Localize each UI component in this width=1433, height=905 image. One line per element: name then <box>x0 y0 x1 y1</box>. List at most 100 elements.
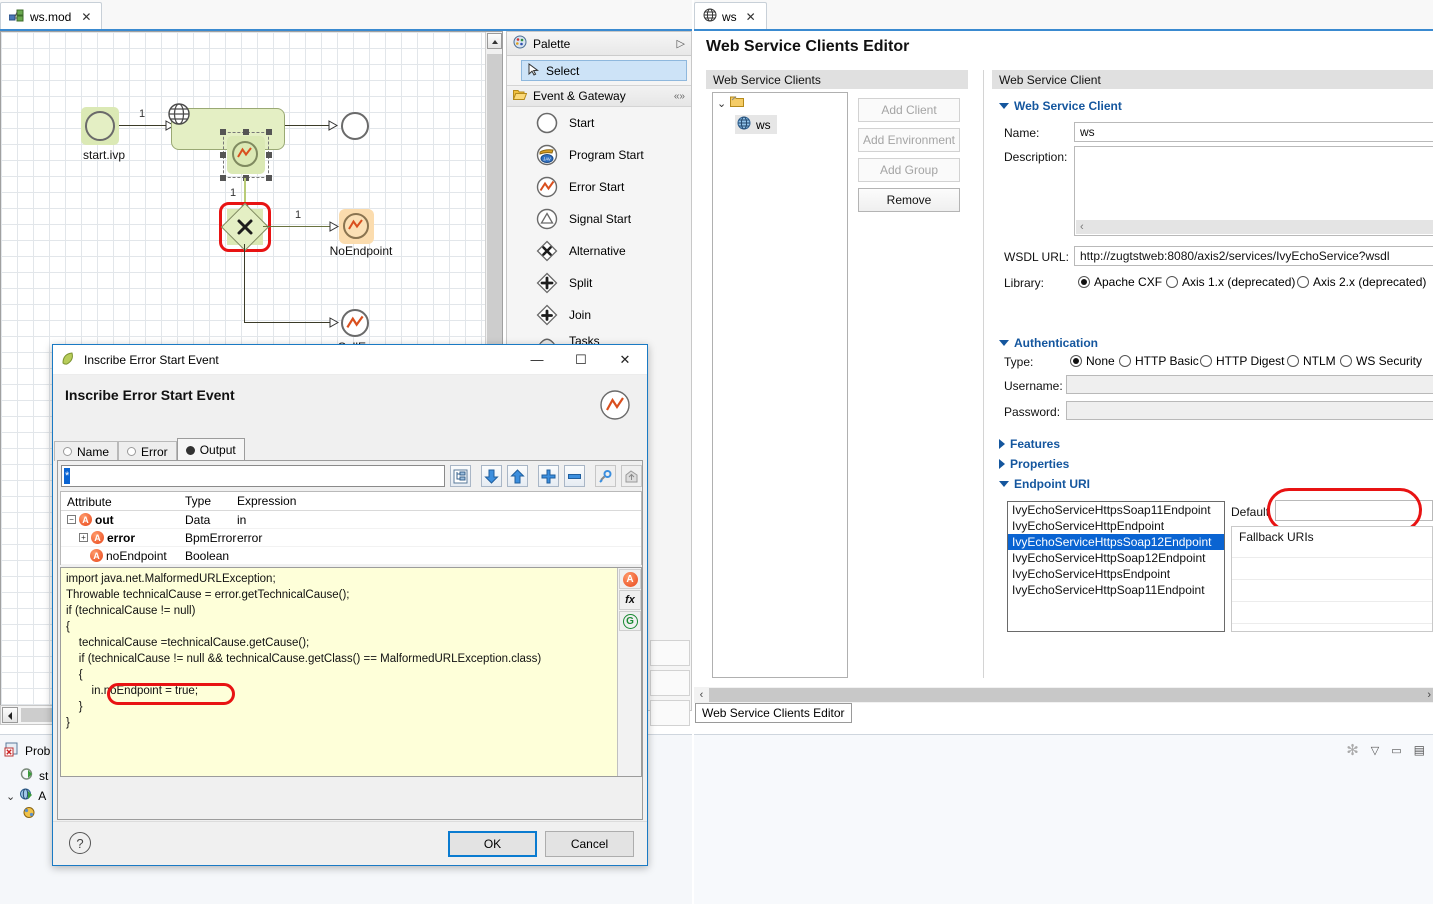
tree-view-icon[interactable] <box>449 465 471 487</box>
ok-button[interactable]: OK <box>448 831 537 857</box>
expander-icon[interactable]: ⌄ <box>6 790 15 803</box>
list-item[interactable]: IvyEchoServiceHttpsEndpoint <box>1008 566 1224 582</box>
link-icon[interactable] <box>594 465 616 487</box>
callerror-node[interactable] <box>341 309 369 337</box>
clients-tree[interactable]: ⌄ ws <box>712 92 848 678</box>
list-item[interactable]: IvyEchoServiceHttpsSoap11Endpoint <box>1008 502 1224 518</box>
expander-icon[interactable]: ⌄ <box>717 97 726 110</box>
palette-item-signal-start[interactable]: Signal Start <box>507 203 691 235</box>
close-button[interactable]: ✕ <box>603 345 647 375</box>
list-item[interactable]: IvyEchoServiceHttpSoap11Endpoint <box>1008 582 1224 598</box>
maximize-button[interactable]: ☐ <box>559 345 603 375</box>
selection-handle[interactable] <box>243 129 249 135</box>
remove-button[interactable]: Remove <box>858 188 960 212</box>
problems-view-header[interactable]: Prob <box>4 741 50 760</box>
tab-error[interactable]: Error <box>118 441 177 461</box>
code-editor[interactable]: import java.net.MalformedURLException; T… <box>60 567 642 777</box>
wsdl-url-field[interactable]: http://zugtstweb:8080/axis2/services/Ivy… <box>1074 246 1433 266</box>
table-row[interactable]: − A out Data in <box>61 511 641 529</box>
chevron-right-icon[interactable]: ▷ <box>677 37 685 50</box>
dialog-titlebar[interactable]: Inscribe Error Start Event — ☐ ✕ <box>53 345 647 375</box>
description-scroll[interactable]: ‹ <box>1076 220 1433 234</box>
features-group-toggle[interactable]: Features <box>999 437 1060 451</box>
list-item[interactable]: IvyEchoServiceHttpSoap12Endpoint <box>1008 550 1224 566</box>
palette-group-event-gateway[interactable]: Event & Gateway «» <box>507 85 691 107</box>
list-item-selected[interactable]: IvyEchoServiceHttpsSoap12Endpoint <box>1008 534 1224 550</box>
name-field[interactable]: ws <box>1074 122 1433 142</box>
web-service-client-group-toggle[interactable]: Web Service Client <box>999 99 1122 113</box>
noendpoint-node[interactable] <box>343 213 369 239</box>
build-icon[interactable]: ✻ <box>1346 741 1359 759</box>
palette-item-split[interactable]: Split <box>507 267 691 299</box>
bottom-tab-web-service-clients-editor[interactable]: Web Service Clients Editor <box>695 703 852 723</box>
minimize-icon[interactable]: ▭ <box>1391 744 1401 757</box>
cancel-button[interactable]: Cancel <box>545 831 634 857</box>
palette-item-alternative[interactable]: Alternative <box>507 235 691 267</box>
problems-row-3[interactable] <box>22 805 41 823</box>
palette-item-start[interactable]: Start <box>507 107 691 139</box>
tab-ws[interactable]: ws ✕ <box>694 2 767 30</box>
global-icon[interactable]: G <box>619 611 641 631</box>
auth-type-http-digest[interactable]: HTTP Digest <box>1200 354 1284 368</box>
add-icon[interactable] <box>537 465 559 487</box>
scroll-thumb-horizontal[interactable] <box>709 688 1433 702</box>
output-attributes-table[interactable]: Attribute Type Expression − A out Data i… <box>60 491 642 565</box>
help-icon[interactable]: ? <box>69 832 91 854</box>
library-option-apache-cxf[interactable]: Apache CXF <box>1078 275 1162 289</box>
scroll-left-icon[interactable]: ‹ <box>694 689 709 701</box>
auth-type-none[interactable]: None <box>1070 354 1115 368</box>
endpoint-list[interactable]: IvyEchoServiceHttpsSoap11Endpoint IvyEch… <box>1007 501 1225 632</box>
auth-type-ws-security[interactable]: WS Security <box>1340 354 1422 368</box>
selection-handle[interactable] <box>266 129 272 135</box>
end-event-node[interactable] <box>341 112 369 140</box>
chevron-down-icon[interactable]: ▽ <box>1371 744 1379 757</box>
tab-ws-mod[interactable]: ws.mod ✕ <box>0 2 103 30</box>
add-environment-button[interactable]: Add Environment <box>858 128 960 152</box>
tab-output[interactable]: Output <box>176 438 245 461</box>
function-icon[interactable]: fx <box>619 590 641 610</box>
close-icon[interactable]: ✕ <box>81 10 91 24</box>
expander-icon[interactable]: − <box>67 515 76 524</box>
remove-icon[interactable] <box>563 465 585 487</box>
problems-row-2[interactable]: ⌄ A <box>6 787 46 805</box>
properties-group-toggle[interactable]: Properties <box>999 457 1069 471</box>
attribute-icon[interactable]: A <box>619 569 641 589</box>
scroll-right-icon[interactable]: › <box>1427 689 1431 701</box>
import-icon[interactable] <box>620 465 642 487</box>
palette-item-program-start[interactable]: JAV Program Start <box>507 139 691 171</box>
auth-type-ntlm[interactable]: NTLM <box>1287 354 1336 368</box>
selection-handle[interactable] <box>220 152 226 158</box>
endpoint-uri-group-toggle[interactable]: Endpoint URI <box>999 477 1090 491</box>
move-up-icon[interactable] <box>506 465 528 487</box>
add-group-button[interactable]: Add Group <box>858 158 960 182</box>
error-boundary-event-node[interactable] <box>232 141 258 167</box>
close-icon[interactable]: ✕ <box>746 10 756 24</box>
start-event-node[interactable] <box>85 111 115 141</box>
scroll-left-button[interactable] <box>2 707 18 723</box>
maximize-icon[interactable]: ▤ <box>1414 743 1425 757</box>
palette-item-select[interactable]: Select <box>521 60 687 81</box>
selection-handle[interactable] <box>266 152 272 158</box>
minimize-button[interactable]: — <box>515 345 559 375</box>
selection-handle[interactable] <box>220 175 226 181</box>
scroll-up-button[interactable] <box>487 33 502 49</box>
palette-item-error-start[interactable]: Error Start <box>507 171 691 203</box>
collapse-icon[interactable]: «» <box>674 91 685 102</box>
editor-horizontal-scrollbar[interactable]: ‹ › <box>694 687 1433 703</box>
tab-name[interactable]: Name <box>54 441 119 461</box>
username-field[interactable] <box>1066 375 1433 394</box>
add-client-button[interactable]: Add Client <box>858 98 960 122</box>
library-option-axis2x[interactable]: Axis 2.x (deprecated) <box>1297 275 1426 289</box>
description-field[interactable]: ‹ <box>1074 146 1433 236</box>
list-item[interactable]: IvyEchoServiceHttpEndpoint <box>1008 518 1224 534</box>
palette-item-join[interactable]: Join <box>507 299 691 331</box>
authentication-group-toggle[interactable]: Authentication <box>999 336 1098 350</box>
expander-icon[interactable]: + <box>79 533 88 542</box>
table-row[interactable]: A noEndpoint Boolean <box>61 547 641 565</box>
move-down-icon[interactable] <box>480 465 502 487</box>
library-option-axis1x[interactable]: Axis 1.x (deprecated) <box>1166 275 1295 289</box>
search-input[interactable]: * <box>61 465 445 487</box>
password-field[interactable] <box>1066 401 1433 420</box>
tree-row-ws[interactable]: ws <box>713 113 847 136</box>
fallback-uris-table[interactable]: Fallback URIs <box>1231 526 1433 632</box>
